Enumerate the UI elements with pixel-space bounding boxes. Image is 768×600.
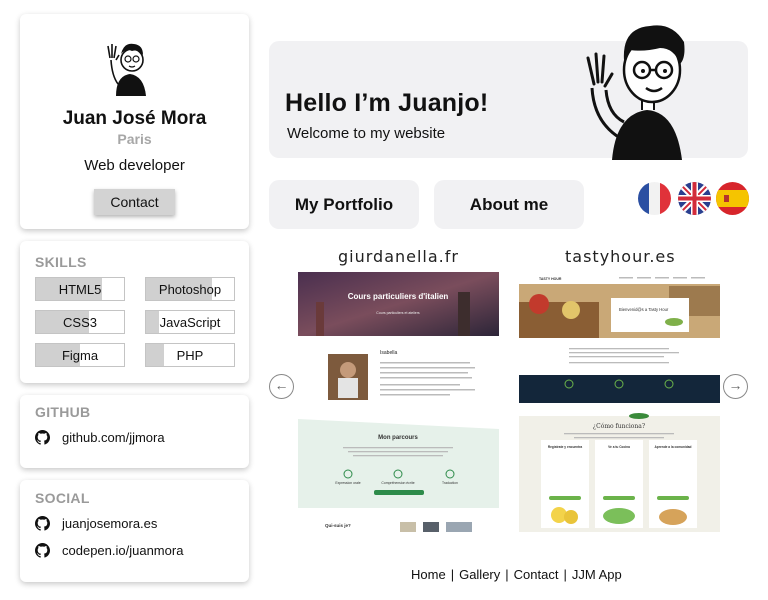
github-icon (35, 543, 50, 558)
giurdanella-label: Traduction (442, 481, 458, 485)
es-flag-icon[interactable] (716, 182, 749, 215)
skill-bar: HTML5 (35, 277, 125, 301)
skill-label: PHP (176, 348, 204, 363)
tastyhour-brand: TASTY HOUR (539, 277, 562, 281)
social-link-codepen[interactable]: codepen.io/juanmora (35, 543, 183, 558)
skill-bar: CSS3 (35, 310, 125, 334)
skill-label: CSS3 (63, 315, 97, 330)
skill-bar: JavaScript (145, 310, 235, 334)
footer-separator: | (563, 567, 567, 582)
giurdanella-footer-heading: Qui-suis je? (325, 523, 351, 528)
tastyhour-preview: TASTY HOUR Bienvenid@s a Tasty Hour ¿Cóm… (519, 272, 720, 532)
github-card: GITHUB github.com/jjmora (20, 395, 249, 468)
skill-bar: Photoshop (145, 277, 235, 301)
giurdanella-section2: Mon parcours (378, 435, 418, 441)
footer-link-gallery[interactable]: Gallery (459, 567, 500, 582)
footer-separator: | (505, 567, 509, 582)
github-link-label: github.com/jjmora (62, 430, 165, 445)
social-link-website[interactable]: juanjosemora.es (35, 516, 157, 531)
footer-link-contact[interactable]: Contact (514, 567, 559, 582)
github-link[interactable]: github.com/jjmora (35, 430, 165, 445)
giurdanella-hero-sub: Cours particuliers et ateliers (376, 311, 420, 315)
skill-bar: Figma (35, 343, 125, 367)
waving-person-illustration (586, 25, 685, 160)
about-button[interactable]: About me (434, 180, 584, 229)
giurdanella-section-name: Isabella (380, 350, 397, 356)
footer-nav: Home | Gallery | Contact | JJM App (411, 567, 622, 582)
fr-flag-icon[interactable] (638, 182, 671, 215)
arrow-right-icon[interactable]: → (723, 374, 748, 399)
skill-label: Figma (61, 348, 99, 363)
site-screenshot-tastyhour[interactable]: TASTY HOUR Bienvenid@s a Tasty Hour ¿Cóm… (519, 272, 720, 532)
social-link-label: juanjosemora.es (62, 516, 158, 531)
github-icon (35, 516, 50, 531)
skills-title: SKILLS (35, 254, 87, 270)
giurdanella-hero-text: Cours particuliers d'italien (348, 292, 449, 301)
contact-button[interactable]: Contact (94, 189, 175, 215)
arrow-left-icon[interactable]: ← (269, 374, 294, 399)
profile-name: Juan José Mora (62, 108, 207, 129)
profile-role: Web developer (84, 157, 185, 174)
skill-label: JavaScript (159, 315, 221, 330)
social-link-label: codepen.io/juanmora (62, 543, 184, 558)
tastyhour-column: Regístrate y encuentra (548, 445, 583, 449)
giurdanella-label: Expression orale (335, 481, 360, 485)
social-title: SOCIAL (35, 490, 90, 506)
hero-title: Hello I’m Juanjo! (285, 89, 489, 117)
tastyhour-column: Aprende a la comunidad (654, 445, 691, 449)
profile-card: Juan José Mora Paris Web developer Conta… (20, 14, 249, 229)
portfolio-button[interactable]: My Portfolio (269, 180, 419, 229)
footer-link-home[interactable]: Home (411, 567, 446, 582)
github-icon (35, 430, 50, 445)
footer-link-app[interactable]: JJM App (572, 567, 622, 582)
skill-label: HTML5 (58, 282, 102, 297)
site-title-tastyhour: tastyhour.es (565, 247, 676, 266)
site-title-giurdanella: giurdanella.fr (338, 247, 459, 266)
tastyhour-section2: ¿Cómo funciona? (593, 423, 645, 430)
giurdanella-preview: Cours particuliers d'italien Cours parti… (298, 272, 499, 532)
skill-bar: PHP (145, 343, 235, 367)
avatar-waving-icon (107, 43, 146, 96)
site-screenshot-giurdanella[interactable]: Cours particuliers d'italien Cours parti… (298, 272, 499, 532)
giurdanella-label: Compréhension écrite (381, 481, 414, 485)
hero-subtitle: Welcome to my website (287, 125, 446, 142)
footer-separator: | (450, 567, 455, 582)
github-title: GITHUB (35, 404, 91, 420)
uk-flag-icon[interactable] (678, 182, 711, 215)
skills-card: SKILLS HTML5 Photoshop CSS3 JavaScript F… (20, 241, 249, 383)
tastyhour-banner: Bienvenid@s a Tasty Hour (619, 307, 669, 312)
skill-label: Photoshop (158, 282, 222, 297)
profile-city: Paris (117, 131, 152, 147)
tastyhour-column: Ve a tu Cocina (608, 445, 630, 449)
social-card: SOCIAL juanjosemora.es codepen.io/juanmo… (20, 480, 249, 582)
